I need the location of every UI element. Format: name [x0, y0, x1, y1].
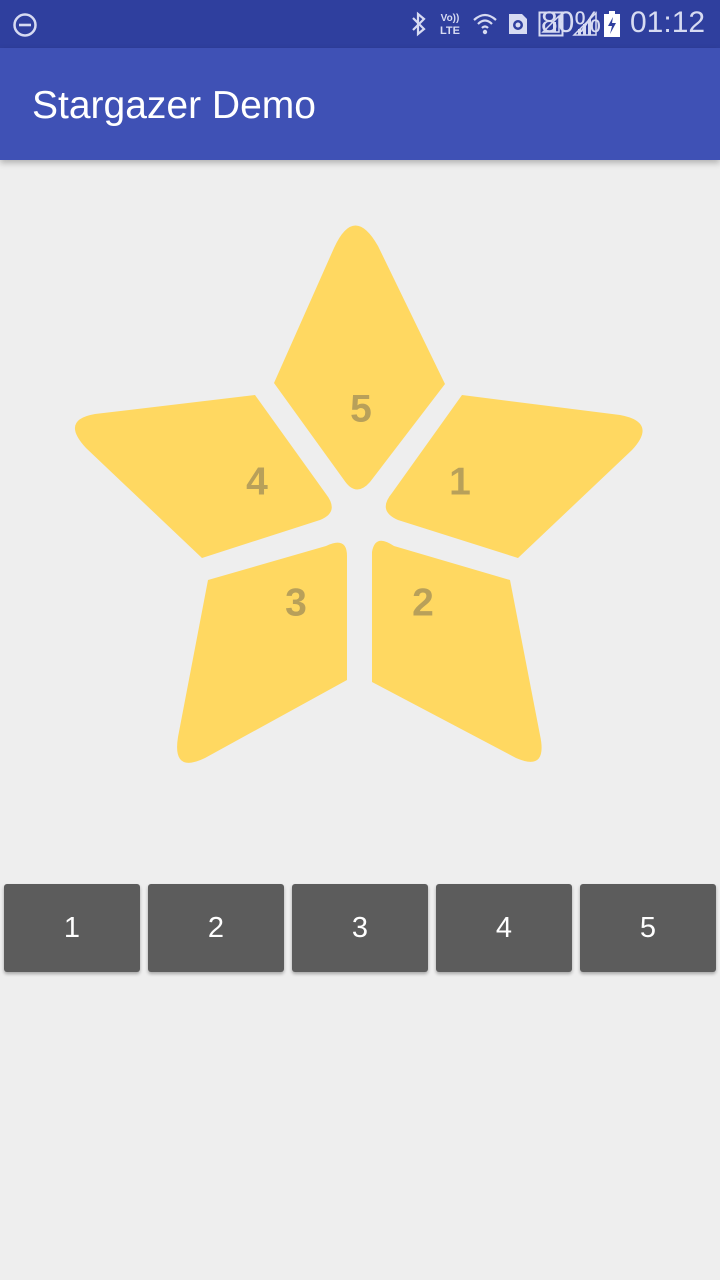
rate-4-button[interactable]: 4	[436, 884, 572, 972]
star-segment-5[interactable]: 5	[274, 225, 445, 490]
volte-icon: Vo)) LTE	[440, 13, 460, 37]
app-bar: Stargazer Demo	[0, 48, 720, 160]
star-segment-label: 1	[449, 460, 471, 503]
rate-3-button[interactable]: 3	[292, 884, 428, 972]
rate-5-button[interactable]: 5	[580, 884, 716, 972]
star-segment-2[interactable]: 2	[372, 540, 542, 762]
rate-1-button[interactable]: 1	[4, 884, 140, 972]
battery-charging-icon	[604, 11, 620, 37]
app-title: Stargazer Demo	[32, 84, 316, 127]
clock: 01:12	[630, 6, 706, 39]
wifi-icon	[473, 13, 497, 35]
svg-text:LTE: LTE	[440, 25, 460, 37]
rating-button-row: 1 2 3 4 5	[0, 884, 720, 972]
battery-percent: 80%	[541, 6, 602, 39]
star-svg[interactable]: 5 1 2 3 4	[0, 160, 720, 800]
bluetooth-icon	[412, 11, 426, 37]
star-segment-3[interactable]: 3	[177, 542, 347, 763]
do-not-disturb-icon	[13, 13, 37, 37]
status-bar: Vo)) LTE 80% 01:12	[0, 0, 720, 48]
star-segment-label: 2	[412, 581, 434, 624]
star-segment-label: 4	[246, 460, 268, 503]
data-saver-icon	[509, 14, 527, 34]
rate-2-button[interactable]: 2	[148, 884, 284, 972]
star-segment-label: 3	[285, 581, 307, 624]
star-segment-1[interactable]: 1	[385, 395, 643, 558]
star-segment-label: 5	[350, 387, 372, 430]
star-segment-4[interactable]: 4	[74, 395, 332, 558]
star-rating[interactable]: 5 1 2 3 4	[0, 160, 720, 800]
svg-text:Vo)): Vo))	[441, 13, 460, 24]
